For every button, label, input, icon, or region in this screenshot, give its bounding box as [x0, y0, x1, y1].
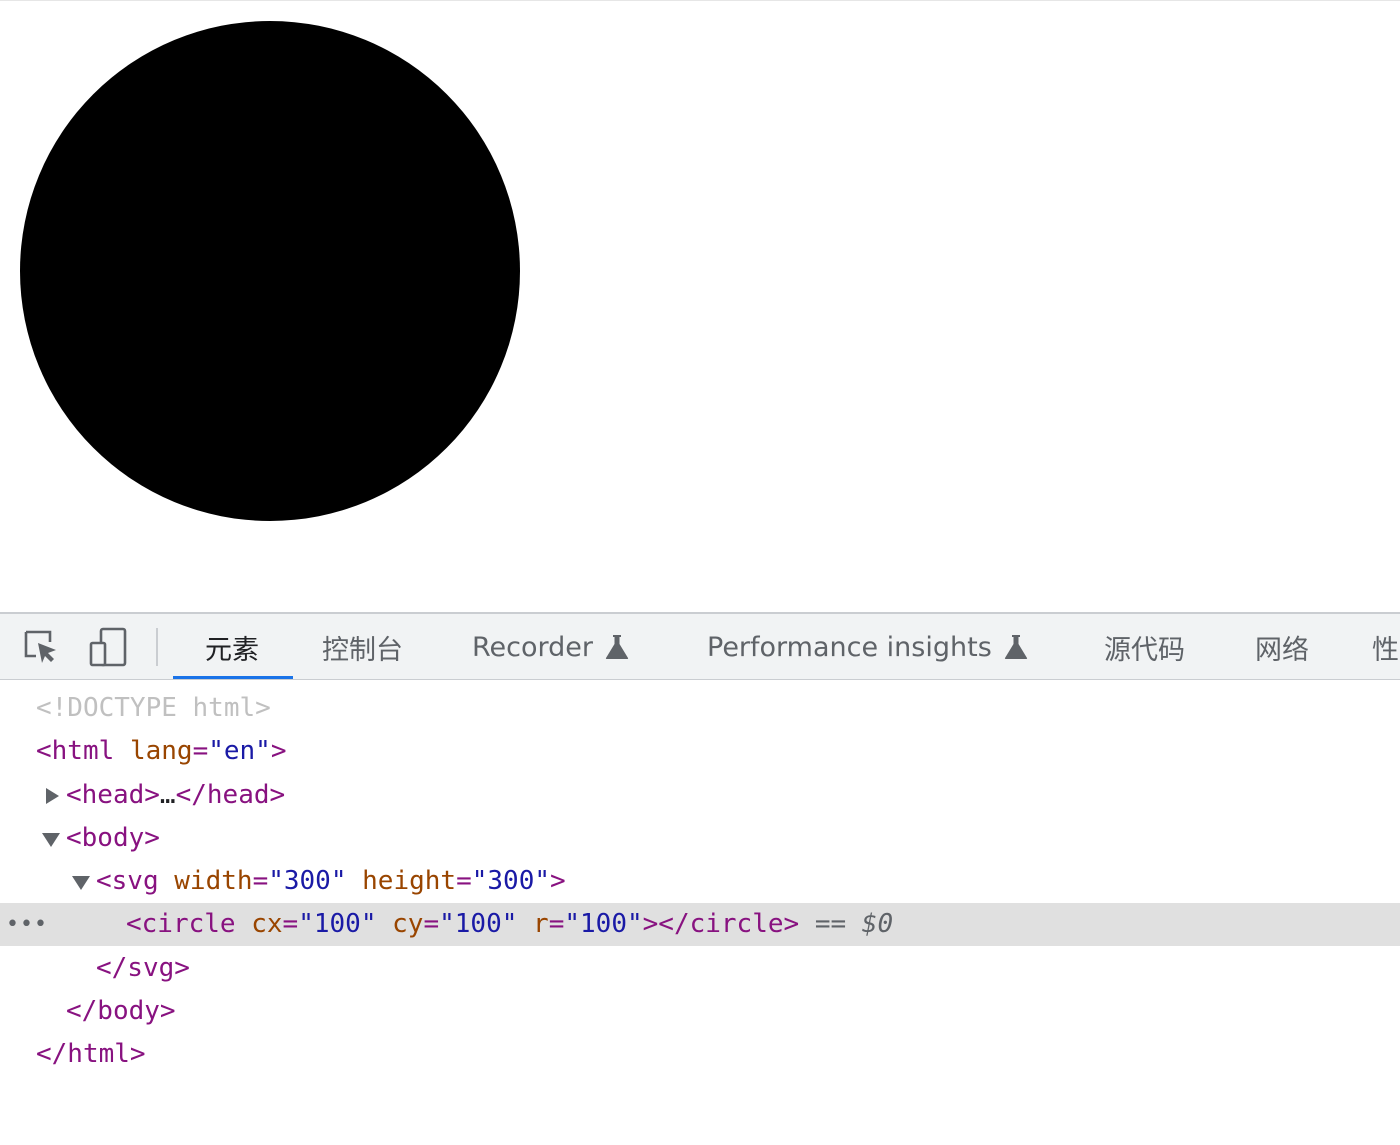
svg-close-tag: </svg>: [96, 953, 190, 983]
tab-label: 控制台: [322, 634, 403, 666]
body-open-tag: <body>: [66, 823, 160, 853]
cy-attr: cy: [392, 909, 424, 939]
width-attr: width: [174, 866, 253, 896]
experimental-flask-icon: [1004, 635, 1027, 659]
rendered-circle[interactable]: [20, 21, 520, 521]
width-value: "300": [268, 866, 347, 896]
tab-label: 元素: [205, 634, 259, 666]
tab-network[interactable]: 网络: [1255, 614, 1309, 679]
collapse-triangle-icon[interactable]: [42, 833, 60, 847]
lang-value: "en": [208, 736, 271, 766]
cy-value: "100": [439, 909, 518, 939]
cx-value: "100": [298, 909, 377, 939]
tree-row-head[interactable]: <head>…</head>: [0, 774, 1400, 817]
toolbar-divider: [156, 628, 158, 666]
tab-label: 性: [1372, 634, 1399, 666]
html-open-line: <html lang="en">: [36, 736, 287, 766]
tab-sources[interactable]: 源代码: [1104, 614, 1185, 679]
collapse-triangle-icon[interactable]: [72, 876, 90, 890]
tab-label: 源代码: [1104, 634, 1185, 666]
tab-label: 网络: [1255, 634, 1309, 666]
tab-label: Recorder: [472, 631, 593, 663]
devtools-toolbar: 元素 控制台 Recorder Performance insights 源代码: [0, 612, 1400, 680]
row-menu-icon[interactable]: •••: [6, 903, 48, 946]
tree-row-svg[interactable]: <svg width="300" height="300">: [0, 860, 1400, 903]
tree-row-svg-close[interactable]: </svg>: [0, 947, 1400, 990]
cx-attr: cx: [251, 909, 283, 939]
head-ellipsis[interactable]: …: [160, 780, 176, 810]
head-close-tag: </head>: [175, 780, 286, 810]
page-viewport: [0, 0, 1400, 612]
circle-tag: <circle: [126, 909, 236, 939]
tab-console[interactable]: 控制台: [322, 614, 403, 679]
tree-row-doctype[interactable]: <!DOCTYPE html>: [0, 687, 1400, 730]
tab-elements[interactable]: 元素: [173, 614, 293, 679]
tab-performance-insights[interactable]: Performance insights: [707, 614, 1028, 679]
tab-performance[interactable]: 性: [1372, 614, 1399, 679]
height-value: "300": [471, 866, 551, 896]
height-attr: height: [362, 866, 457, 896]
selected-node-marker: == $0: [814, 909, 894, 939]
tree-row-body[interactable]: <body>: [0, 817, 1400, 860]
tab-recorder[interactable]: Recorder: [472, 614, 629, 679]
head-open-tag: <head>: [66, 780, 160, 810]
tab-label: Performance insights: [707, 631, 992, 663]
expand-triangle-icon[interactable]: [46, 788, 59, 804]
doctype-text: <!DOCTYPE html>: [36, 693, 271, 723]
tree-row-html-close[interactable]: </html>: [0, 1033, 1400, 1076]
experimental-flask-icon: [605, 635, 629, 659]
lang-attr: lang: [129, 736, 193, 766]
tree-row-circle-selected[interactable]: ••• <circle cx="100" cy="100" r="100"></…: [0, 903, 1400, 946]
html-close-tag: </html>: [36, 1039, 146, 1069]
html-tag: <html: [36, 736, 115, 766]
svg-tag: <svg: [96, 866, 159, 896]
circle-line: <circle cx="100" cy="100" r="100"></circ…: [126, 909, 894, 939]
devtools-panel: 元素 控制台 Recorder Performance insights 源代码: [0, 612, 1400, 1145]
device-toolbar-icon[interactable]: [88, 626, 130, 668]
inspect-element-icon[interactable]: [20, 626, 62, 668]
tree-row-body-close[interactable]: </body>: [0, 990, 1400, 1033]
head-line: <head>…</head>: [66, 774, 285, 817]
r-attr: r: [533, 909, 549, 939]
circle-close-tag: ></circle>: [642, 909, 800, 939]
rendered-svg: [20, 21, 520, 521]
body-close-tag: </body>: [66, 996, 176, 1026]
tree-row-html[interactable]: <html lang="en">: [0, 730, 1400, 773]
r-value: "100": [564, 909, 643, 939]
svg-open-line: <svg width="300" height="300">: [96, 866, 566, 896]
screen: 元素 控制台 Recorder Performance insights 源代码: [0, 0, 1400, 1145]
